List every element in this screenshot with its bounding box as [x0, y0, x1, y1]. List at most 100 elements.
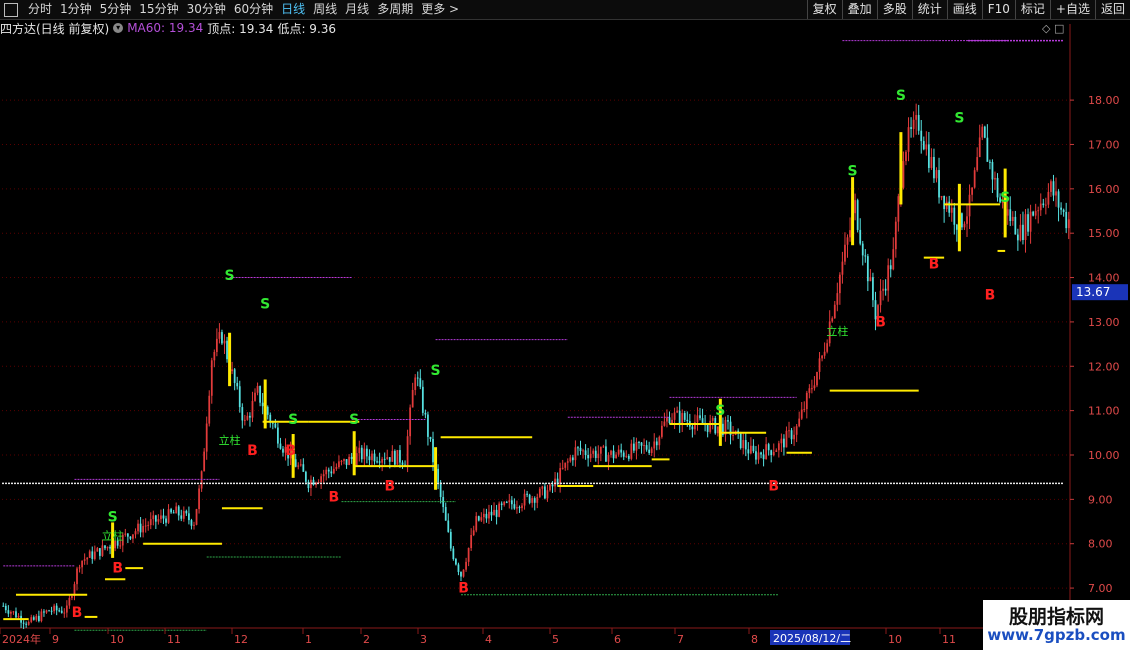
candle-body	[978, 137, 981, 158]
candle-body	[808, 388, 811, 393]
candle-body	[238, 386, 241, 408]
candle-body	[800, 409, 803, 419]
sell-signal-label: S	[349, 412, 359, 428]
candle-body	[811, 388, 813, 390]
candle-body	[162, 515, 165, 519]
candle-body	[462, 569, 465, 577]
candle-body	[271, 422, 274, 424]
candle-body	[243, 419, 246, 421]
candle-body	[523, 493, 526, 506]
candle-body	[955, 224, 958, 230]
signal-pillar	[899, 132, 903, 205]
candle-body	[55, 605, 58, 611]
candle-body	[559, 468, 562, 485]
candle-body	[991, 162, 994, 180]
candle-body	[421, 386, 424, 413]
candle-body	[973, 170, 976, 188]
candle-body	[912, 119, 915, 129]
candle-body	[699, 415, 701, 419]
signal-pillar	[851, 177, 855, 246]
signal-pillar	[434, 447, 438, 490]
candle-body	[910, 127, 912, 129]
candle-body	[627, 455, 630, 459]
candle-body	[655, 441, 658, 446]
candle-body	[251, 400, 254, 418]
candle-body	[994, 177, 996, 180]
candle-body	[968, 194, 971, 217]
candle-body	[757, 452, 760, 460]
candle-body	[452, 548, 455, 560]
candle-body	[320, 476, 323, 483]
candle-body	[119, 545, 122, 547]
sell-signal-label: S	[848, 164, 858, 180]
candle-body	[338, 461, 340, 468]
candle-body	[859, 229, 862, 244]
candle-body	[215, 338, 218, 353]
candle-body	[518, 507, 521, 509]
candle-body	[175, 506, 178, 514]
candle-body	[312, 479, 315, 485]
candle-body	[856, 200, 859, 230]
candle-body	[615, 454, 617, 459]
y-tick-label: 14.00	[1088, 272, 1120, 285]
candle-body	[706, 425, 709, 432]
candle-body	[803, 409, 806, 411]
candle-body	[106, 546, 109, 549]
candle-body	[516, 507, 518, 509]
candle-body	[322, 474, 325, 477]
candle-body	[711, 418, 714, 421]
candle-body	[43, 611, 45, 613]
candle-body	[884, 288, 887, 291]
candle-body	[167, 509, 170, 523]
candle-body	[330, 471, 333, 474]
candle-body	[233, 369, 236, 383]
candle-body	[775, 450, 778, 452]
candle-body	[1022, 224, 1024, 240]
candle-body	[660, 425, 663, 437]
x-tick-label: 2024年	[2, 632, 41, 646]
y-tick-label: 15.00	[1088, 227, 1120, 240]
candle-body	[160, 515, 162, 520]
candle-body	[793, 434, 795, 440]
candle-body	[22, 622, 25, 624]
candle-body	[617, 449, 620, 455]
candle-body	[584, 450, 587, 455]
x-tick-label: 12	[234, 633, 248, 646]
candle-body	[190, 520, 193, 526]
candle-body	[205, 423, 208, 452]
candle-body	[1011, 216, 1014, 222]
candlestick-chart[interactable]: 18.0017.0016.0015.0014.0013.0012.0011.00…	[0, 0, 1130, 650]
x-tick-label: 4	[485, 633, 492, 646]
candle-body	[1019, 224, 1022, 241]
candle-body	[950, 207, 953, 213]
candle-body	[599, 446, 602, 454]
candle-body	[58, 610, 61, 612]
candle-body	[493, 509, 495, 516]
y-tick-label: 17.00	[1088, 138, 1120, 151]
buy-signal-label: B	[458, 581, 469, 597]
candle-body	[671, 419, 673, 424]
watermark-title: 股朋指标网	[1008, 606, 1104, 628]
candle-body	[366, 448, 368, 457]
candle-body	[50, 610, 53, 612]
candle-body	[541, 486, 544, 489]
candle-body	[360, 447, 363, 460]
candle-body	[391, 450, 394, 462]
candle-body	[358, 447, 361, 454]
candle-body	[350, 456, 353, 460]
candle-body	[1009, 209, 1012, 222]
candle-body	[1050, 181, 1052, 192]
candle-body	[406, 436, 409, 466]
candle-body	[12, 611, 15, 613]
candle-body	[455, 559, 457, 565]
candle-body	[716, 426, 719, 434]
candle-body	[65, 605, 68, 613]
x-tick-label: 11	[942, 633, 956, 646]
candle-body	[907, 127, 910, 152]
candle-body	[302, 464, 305, 472]
candle-body	[920, 130, 923, 142]
candle-body	[640, 442, 643, 446]
candle-body	[597, 453, 600, 459]
buy-signal-label: B	[768, 478, 779, 494]
candle-body	[266, 406, 269, 415]
